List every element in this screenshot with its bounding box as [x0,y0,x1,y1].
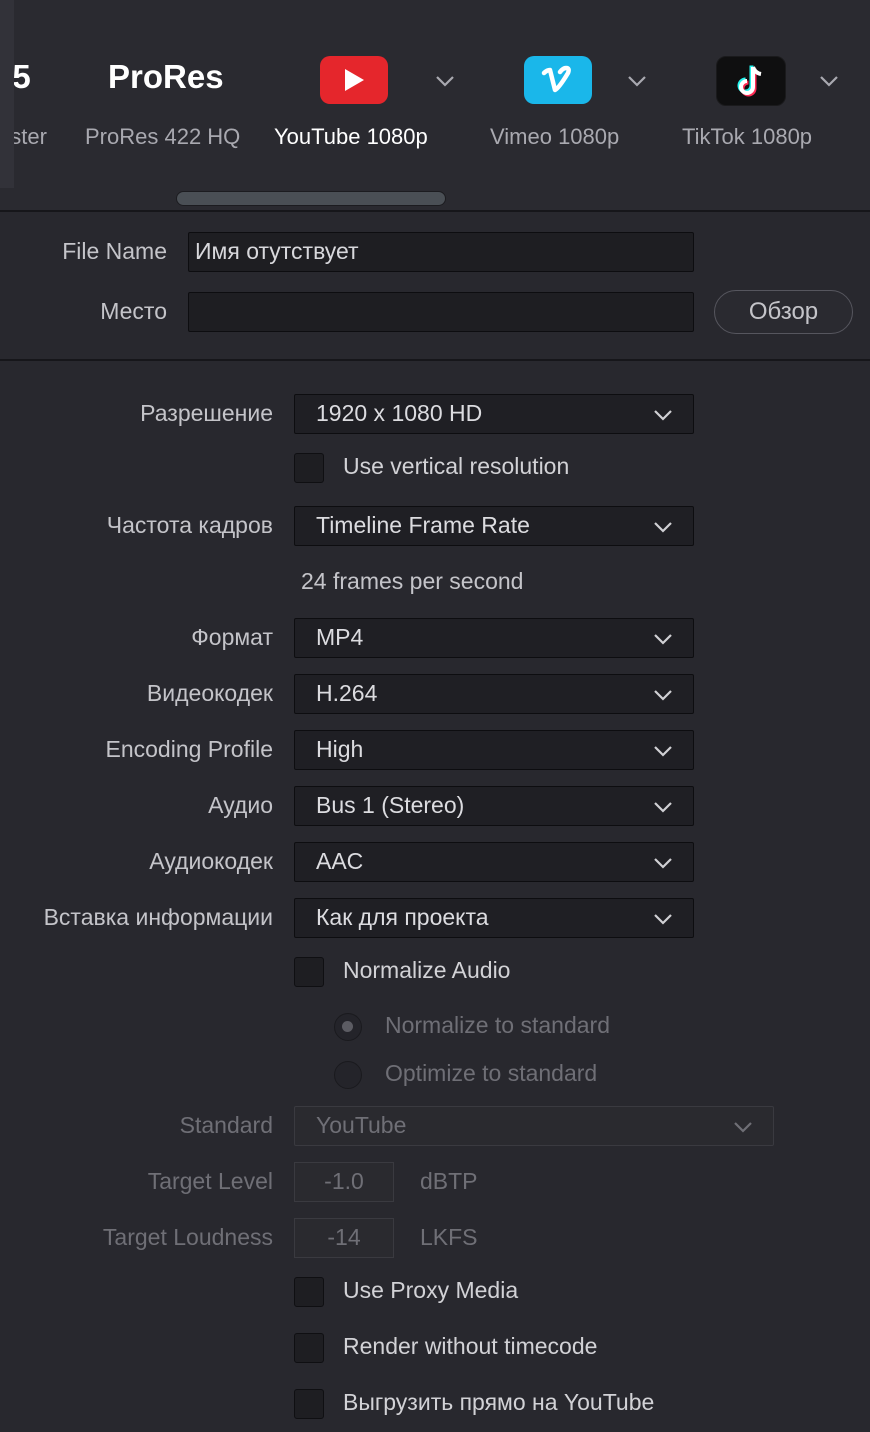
target-level-label: Target Level [147,1168,273,1194]
video-codec-dropdown[interactable]: H.264 [294,674,694,714]
preset-title-prores[interactable]: ProRes [108,58,224,96]
normalize-audio-label: Normalize Audio [343,957,511,983]
framerate-dropdown[interactable]: Timeline Frame Rate [294,506,694,546]
optimize-to-standard-radio[interactable] [334,1061,362,1089]
chevron-down-icon [654,634,672,645]
audio-label: Аудио [208,792,273,818]
chevron-down-icon [654,914,672,925]
no-timecode-label: Render without timecode [343,1333,598,1359]
metadata-dropdown[interactable]: Как для проекта [294,898,694,938]
preset-label-tiktok[interactable]: TikTok 1080p [682,124,812,150]
preset-label-prores[interactable]: ProRes 422 HQ [85,124,240,150]
audio-value: Bus 1 (Stereo) [316,792,465,818]
preset-edge-shadow [0,0,14,188]
normalize-to-standard-radio[interactable] [334,1013,362,1041]
framerate-label: Частота кадров [106,512,273,538]
audio-codec-value: AAC [316,848,364,874]
browse-button[interactable]: Обзор [714,290,853,334]
standard-value: YouTube [316,1112,407,1138]
vertical-resolution-label: Use vertical resolution [343,453,570,479]
format-value: MP4 [316,624,364,650]
target-loudness-unit: LKFS [420,1224,478,1250]
render-presets-strip: 55 aster ProRes ProRes 422 HQ YouTube 10… [0,0,870,210]
location-label: Место [100,298,167,324]
audio-codec-dropdown[interactable]: AAC [294,842,694,882]
tiktok-logo-icon[interactable] [716,56,786,106]
resolution-value: 1920 x 1080 HD [316,400,483,426]
upload-youtube-checkbox[interactable] [294,1389,324,1419]
tiktok-preset-chevron-down-icon[interactable] [818,70,840,92]
divider-middle [0,359,870,361]
format-label: Формат [191,624,273,650]
metadata-label: Вставка информации [43,904,273,930]
encoding-profile-dropdown[interactable]: High [294,730,694,770]
proxy-media-label: Use Proxy Media [343,1277,519,1303]
preset-label-youtube[interactable]: YouTube 1080p [274,124,428,150]
resolution-dropdown[interactable]: 1920 x 1080 HD [294,394,694,434]
preset-label-vimeo[interactable]: Vimeo 1080p [490,124,619,150]
divider-top [0,210,870,212]
vertical-resolution-checkbox[interactable] [294,453,324,483]
youtube-logo-icon[interactable] [320,56,388,104]
vimeo-logo-icon[interactable] [524,56,592,104]
normalize-audio-checkbox[interactable] [294,957,324,987]
video-codec-value: H.264 [316,680,378,706]
chevron-down-icon [654,522,672,533]
target-level-input[interactable]: -1.0 [294,1162,394,1202]
standard-label: Standard [179,1112,273,1138]
file-name-input[interactable]: Имя отутствует [188,232,694,272]
audio-codec-label: Аудиокодек [149,848,273,874]
optimize-to-standard-label: Optimize to standard [385,1060,598,1086]
standard-dropdown[interactable]: YouTube [294,1106,774,1146]
audio-dropdown[interactable]: Bus 1 (Stereo) [294,786,694,826]
encoding-profile-label: Encoding Profile [105,736,274,762]
resolution-label: Разрешение [140,400,273,426]
no-timecode-checkbox[interactable] [294,1333,324,1363]
normalize-to-standard-label: Normalize to standard [385,1012,610,1038]
target-loudness-label: Target Loudness [102,1224,273,1250]
file-name-label: File Name [62,238,167,264]
metadata-value: Как для проекта [316,904,489,930]
chevron-down-icon [654,690,672,701]
upload-youtube-label: Выгрузить прямо на YouTube [343,1389,655,1415]
video-codec-label: Видеокодек [146,680,273,706]
chevron-down-icon [654,858,672,869]
chevron-down-icon [734,1122,752,1133]
framerate-value: Timeline Frame Rate [316,512,530,538]
youtube-preset-chevron-down-icon[interactable] [434,70,456,92]
target-loudness-input[interactable]: -14 [294,1218,394,1258]
framerate-info-text: 24 frames per second [301,568,524,594]
proxy-media-checkbox[interactable] [294,1277,324,1307]
encoding-profile-value: High [316,736,364,762]
format-dropdown[interactable]: MP4 [294,618,694,658]
presets-horizontal-scrollbar[interactable] [176,191,446,206]
vimeo-preset-chevron-down-icon[interactable] [626,70,648,92]
target-level-unit: dBTP [420,1168,478,1194]
chevron-down-icon [654,410,672,421]
chevron-down-icon [654,802,672,813]
chevron-down-icon [654,746,672,757]
location-input[interactable] [188,292,694,332]
